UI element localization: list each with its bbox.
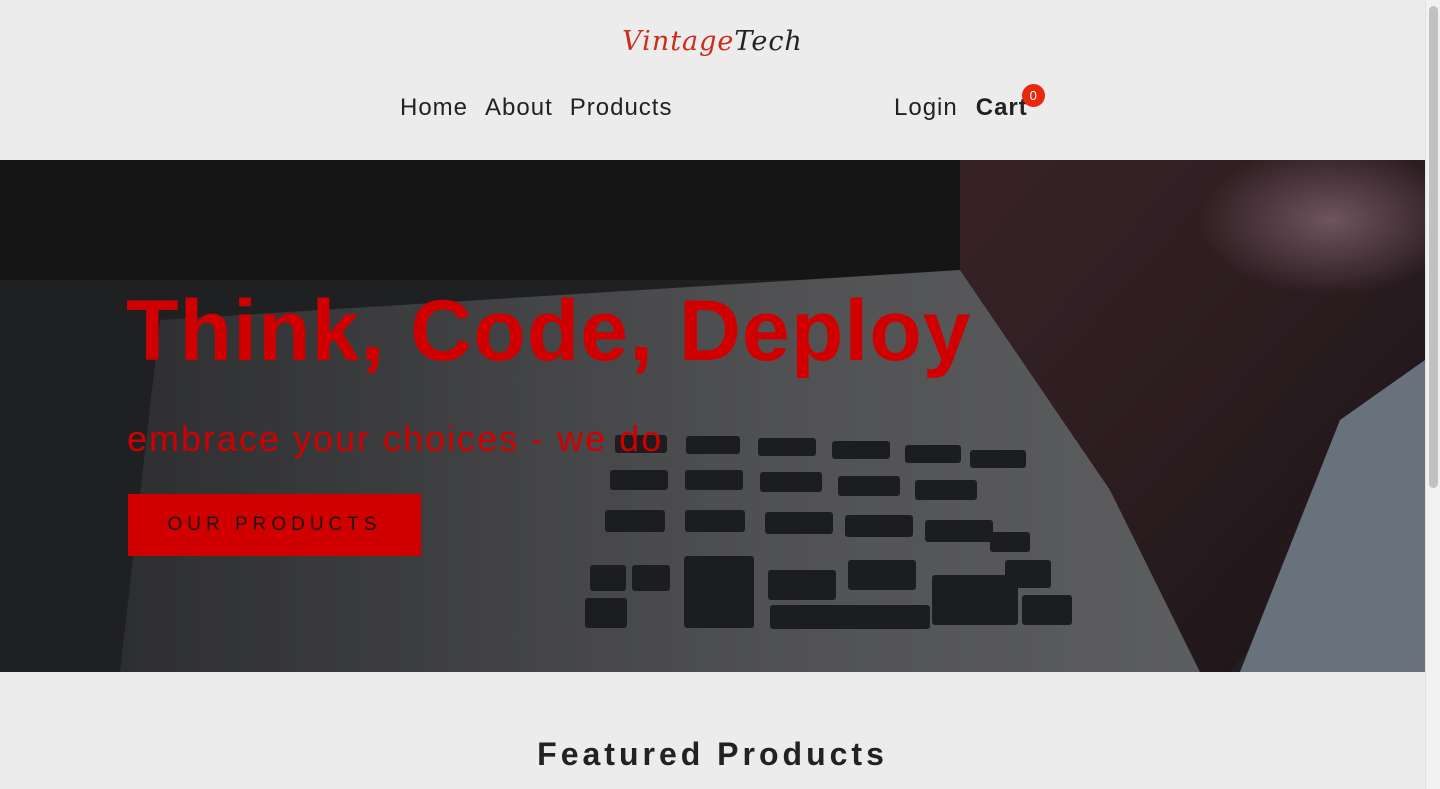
login-link[interactable]: Login xyxy=(894,94,958,122)
cart-label: Cart xyxy=(975,94,1028,121)
our-products-button[interactable]: OUR PRODUCTS xyxy=(128,494,421,556)
nav-about[interactable]: About xyxy=(485,94,553,122)
hero-subtitle: embrace your choices - we do xyxy=(127,418,664,459)
auth-links: Login Cart 0 xyxy=(894,84,1045,122)
logo[interactable]: VintageTech xyxy=(0,26,1425,57)
logo-part-vintage: Vintage xyxy=(622,26,735,57)
vertical-scrollbar[interactable] xyxy=(1425,0,1440,789)
scrollbar-thumb[interactable] xyxy=(1429,6,1438,488)
main-nav: Home About Products xyxy=(400,94,672,122)
page: VintageTech Home About Products Login Ca… xyxy=(0,0,1425,789)
featured-products-heading: Featured Products xyxy=(537,736,888,772)
nav-products[interactable]: Products xyxy=(570,94,673,122)
nav-home[interactable]: Home xyxy=(400,94,468,122)
laptop-keyboard-photo xyxy=(0,160,1425,672)
hero-title: Think, Code, Deploy xyxy=(126,283,972,379)
cart-count-badge: 0 xyxy=(1021,84,1045,107)
hero-banner: Think, Code, Deploy embrace your choices… xyxy=(0,160,1425,672)
logo-part-tech: Tech xyxy=(734,26,803,57)
cart-link[interactable]: Cart 0 xyxy=(975,84,1045,122)
